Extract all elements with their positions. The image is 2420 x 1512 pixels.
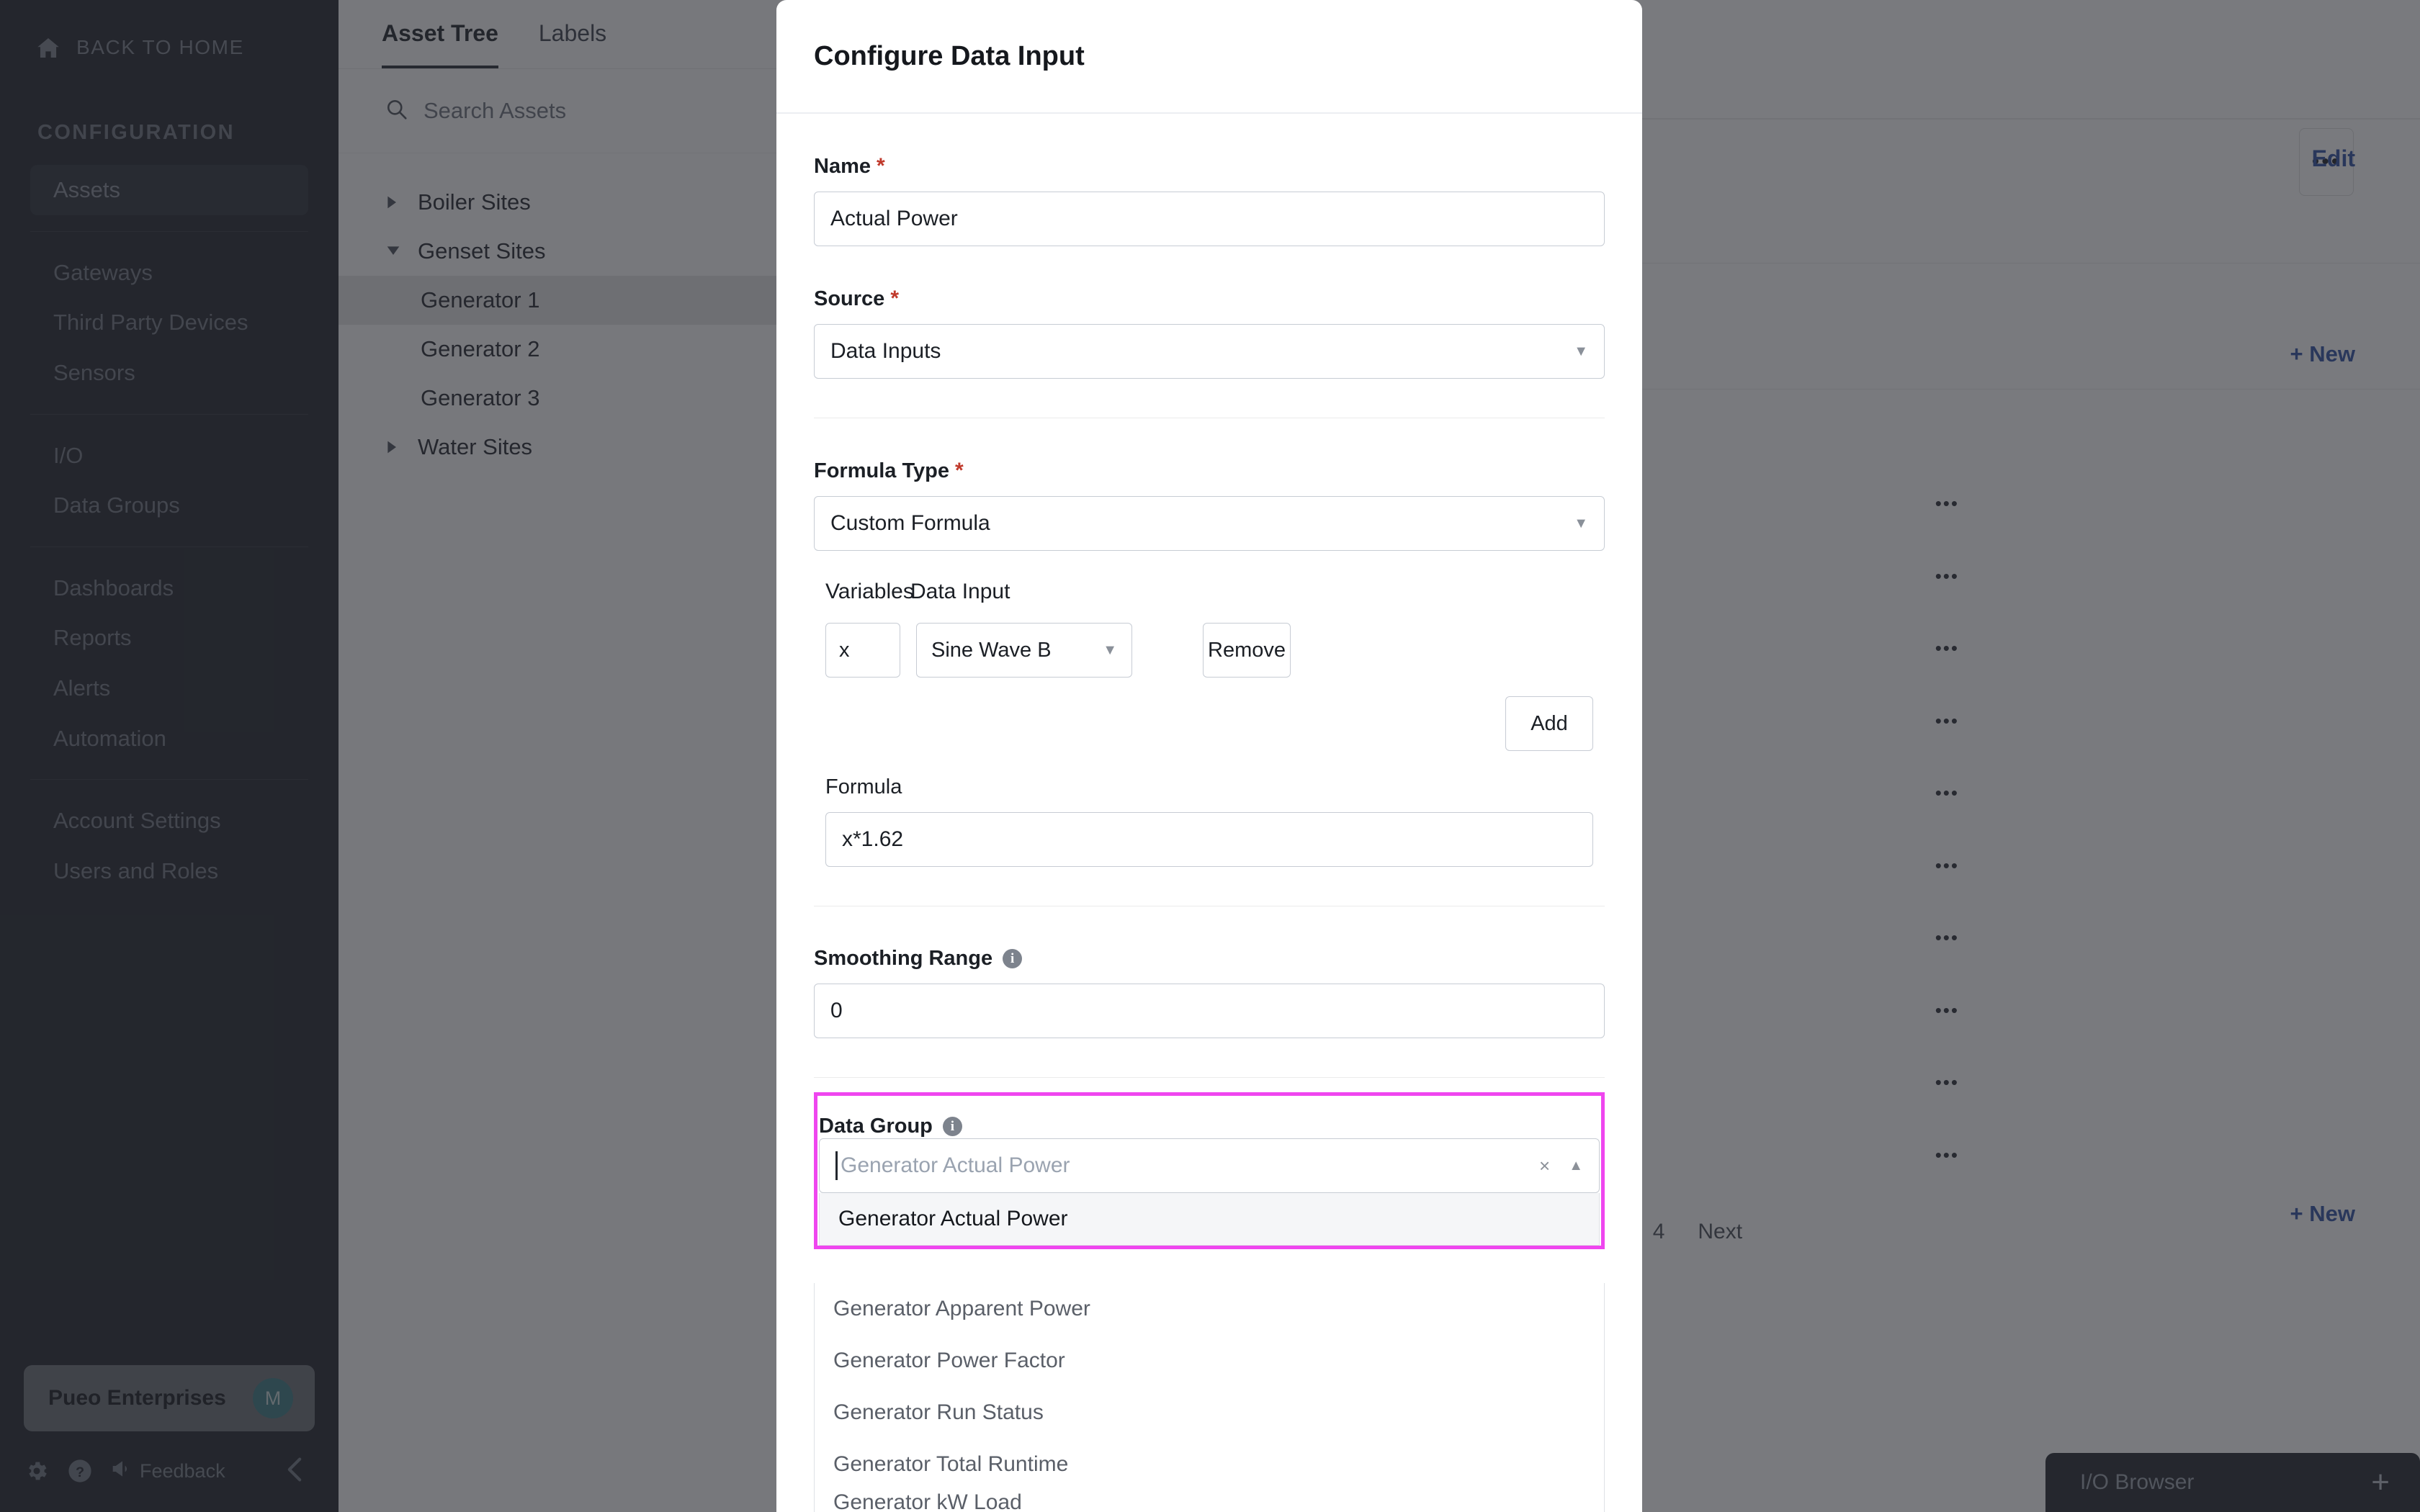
data-group-combobox-actions: × ▲: [1539, 1155, 1583, 1177]
dropdown-option-generator-total-runtime[interactable]: Generator Total Runtime: [815, 1439, 1604, 1490]
source-select-value: Data Inputs: [830, 339, 941, 363]
remove-variable-label: Remove: [1208, 638, 1286, 662]
data-group-placeholder: Generator Actual Power: [841, 1153, 1070, 1177]
smoothing-range-label-text: Smoothing Range: [814, 947, 993, 970]
smoothing-range-field-group: Smoothing Range i 0: [814, 947, 1605, 1038]
required-asterisk: *: [890, 287, 900, 310]
chevron-down-icon: ▼: [1574, 343, 1588, 359]
formula-type-label-text: Formula Type: [814, 459, 949, 482]
formula-type-field-group: Formula Type * Custom Formula ▼: [814, 459, 1605, 551]
data-group-highlight-box: Data Group i Generator Actual Power × ▲: [814, 1092, 1605, 1249]
dropdown-option-label: Generator kW Load: [833, 1490, 1022, 1512]
text-cursor: [835, 1151, 838, 1180]
dropdown-option-generator-run-status[interactable]: Generator Run Status: [815, 1387, 1604, 1439]
data-group-dropdown-menu: Generator Actual Power: [819, 1193, 1600, 1246]
source-field-group: Source * Data Inputs ▼: [814, 287, 1605, 379]
modal-title: Configure Data Input: [814, 40, 1085, 71]
formula-label: Formula: [825, 775, 902, 798]
source-select[interactable]: Data Inputs ▼: [814, 324, 1605, 379]
dropdown-option-generator-actual-power[interactable]: Generator Actual Power: [820, 1193, 1599, 1245]
dropdown-option-label: Generator Apparent Power: [833, 1297, 1090, 1320]
smoothing-range-input[interactable]: 0: [814, 984, 1605, 1038]
formula-input-value: x*1.62: [842, 827, 904, 851]
formula-type-select-value: Custom Formula: [830, 511, 990, 535]
dropdown-option-label: Generator Power Factor: [833, 1349, 1065, 1372]
remove-variable-button[interactable]: Remove: [1203, 623, 1291, 678]
close-icon[interactable]: ×: [1539, 1155, 1550, 1177]
dropdown-option-label: Generator Run Status: [833, 1400, 1044, 1424]
add-variable-label: Add: [1531, 711, 1568, 735]
formula-input[interactable]: x*1.62: [825, 812, 1593, 867]
modal-body: Name * Actual Power Source * Data Inputs…: [776, 154, 1642, 1512]
dropdown-option-generator-apparent-power[interactable]: Generator Apparent Power: [815, 1283, 1604, 1335]
info-icon[interactable]: i: [1003, 949, 1023, 968]
divider: [814, 1077, 1605, 1078]
add-variable-row: Add: [825, 696, 1593, 751]
chevron-up-icon[interactable]: ▲: [1569, 1158, 1583, 1174]
dropdown-option-generator-kw-load[interactable]: Generator kW Load: [815, 1490, 1604, 1512]
variable-name-input[interactable]: x: [825, 623, 900, 678]
dropdown-option-label: Generator Total Runtime: [833, 1452, 1069, 1476]
variables-section: Variables Data Input x Sine Wave B ▼ Rem…: [814, 580, 1605, 867]
data-group-combobox[interactable]: Generator Actual Power × ▲: [819, 1138, 1600, 1193]
source-label: Source *: [814, 287, 1605, 311]
configure-data-input-modal: Configure Data Input Name * Actual Power…: [776, 0, 1642, 1512]
data-group-dropdown-menu-overflow: Generator Apparent Power Generator Power…: [814, 1283, 1605, 1512]
dropdown-option-label: Generator Actual Power: [838, 1207, 1068, 1230]
column-header-data-input: Data Input: [910, 580, 1010, 603]
data-group-field-group: Data Group i Generator Actual Power × ▲: [817, 1115, 1601, 1246]
name-label-text: Name: [814, 154, 871, 178]
info-icon[interactable]: i: [942, 1117, 962, 1136]
chevron-down-icon: ▼: [1103, 642, 1117, 658]
add-variable-button[interactable]: Add: [1505, 696, 1593, 751]
name-input-value: Actual Power: [830, 207, 958, 230]
required-asterisk: *: [955, 459, 964, 482]
smoothing-range-label: Smoothing Range i: [814, 947, 1605, 971]
variables-table-header: Variables Data Input: [825, 580, 1593, 604]
source-label-text: Source: [814, 287, 885, 310]
app-root: BACK TO HOME CONFIGURATION Assets Gatewa…: [0, 0, 2420, 1512]
required-asterisk: *: [877, 154, 885, 178]
name-input[interactable]: Actual Power: [814, 192, 1605, 246]
name-field-group: Name * Actual Power: [814, 154, 1605, 246]
smoothing-range-value: 0: [830, 999, 843, 1022]
chevron-down-icon: ▼: [1574, 515, 1588, 531]
column-header-variables: Variables: [825, 580, 914, 603]
variable-data-input-select[interactable]: Sine Wave B ▼: [916, 623, 1132, 678]
formula-type-label: Formula Type *: [814, 459, 1605, 483]
data-group-label: Data Group i: [819, 1115, 1600, 1138]
variable-data-input-value: Sine Wave B: [931, 638, 1052, 662]
variable-name-value: x: [839, 638, 850, 662]
variable-row: x Sine Wave B ▼ Remove: [825, 623, 1593, 678]
formula-type-select[interactable]: Custom Formula ▼: [814, 496, 1605, 551]
dropdown-option-generator-power-factor[interactable]: Generator Power Factor: [815, 1335, 1604, 1387]
name-label: Name *: [814, 154, 1605, 179]
modal-header: Configure Data Input: [776, 0, 1642, 114]
data-group-label-text: Data Group: [819, 1115, 933, 1138]
